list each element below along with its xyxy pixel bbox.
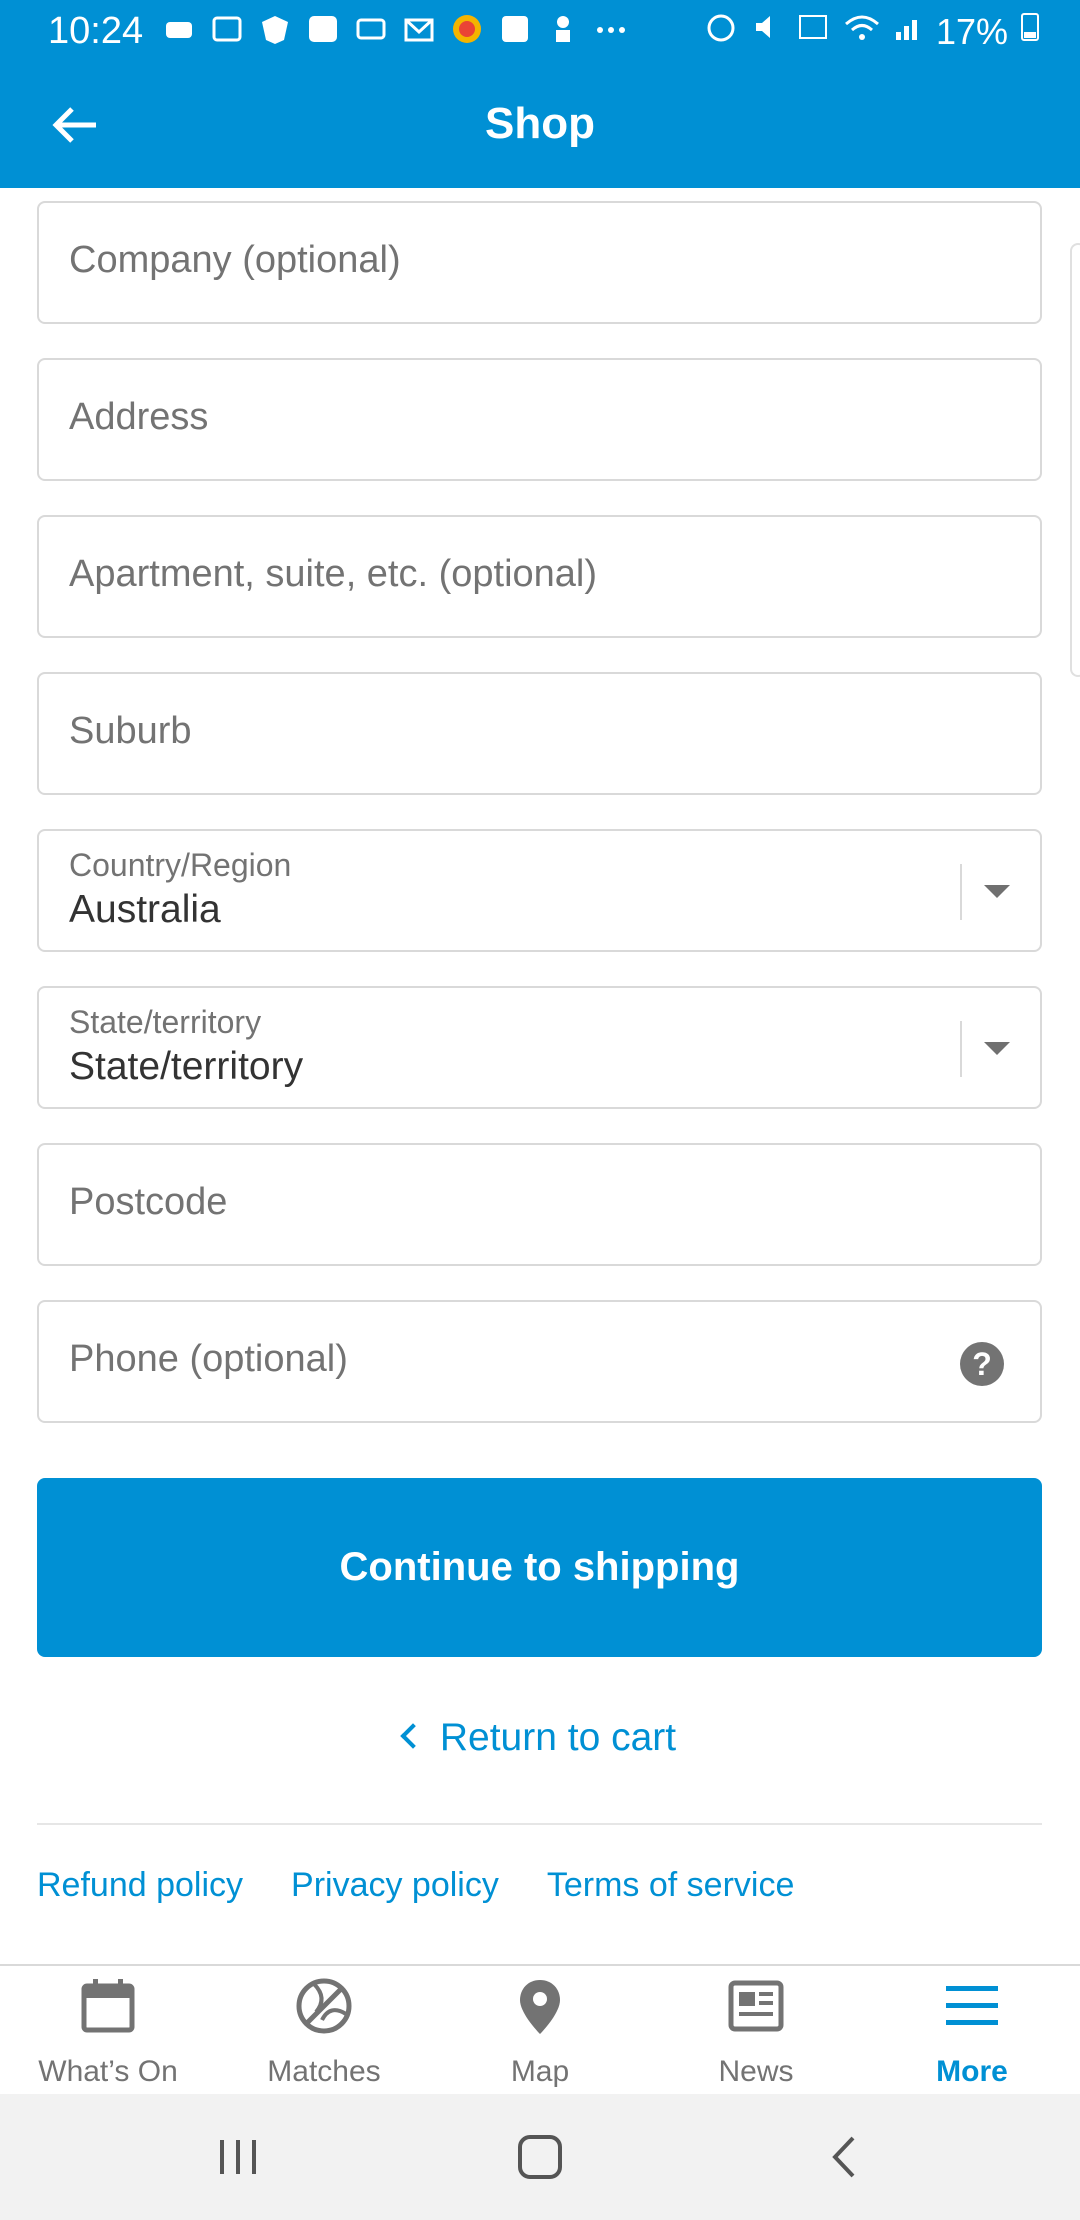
divider bbox=[37, 1823, 1042, 1825]
menu-icon bbox=[946, 1986, 998, 2025]
nav-whats-on[interactable]: What’s On bbox=[0, 1976, 216, 2089]
address-placeholder: Address bbox=[69, 396, 209, 438]
phone-placeholder: Phone (optional) bbox=[69, 1338, 348, 1380]
privacy-policy-link[interactable]: Privacy policy bbox=[291, 1866, 499, 1905]
battery-percent: 17% bbox=[935, 10, 1008, 52]
footer-links: Refund policy Privacy policy Terms of se… bbox=[37, 1866, 794, 1905]
page-title: Shop bbox=[485, 99, 595, 148]
chevron-down-icon bbox=[984, 1042, 1010, 1055]
company-placeholder: Company (optional) bbox=[69, 239, 401, 281]
nav-label: Map bbox=[510, 2055, 570, 2088]
recent-apps-button[interactable] bbox=[208, 2132, 268, 2182]
system-back-button[interactable] bbox=[815, 2132, 875, 2182]
notification-icon bbox=[402, 12, 436, 46]
select-divider bbox=[960, 1021, 962, 1077]
ball-icon bbox=[296, 1978, 352, 2034]
terms-of-service-link[interactable]: Terms of service bbox=[547, 1866, 795, 1905]
chevron-down-icon bbox=[984, 885, 1010, 898]
address-field[interactable]: Address bbox=[37, 358, 1042, 481]
company-field[interactable]: Company (optional) bbox=[37, 201, 1042, 324]
status-time: 10:24 bbox=[48, 10, 144, 52]
nav-label: More bbox=[936, 2055, 1008, 2088]
nav-news[interactable]: News bbox=[648, 1976, 864, 2089]
scrollbar[interactable] bbox=[1070, 243, 1080, 677]
home-button[interactable] bbox=[510, 2132, 570, 2182]
phone-field[interactable]: Phone (optional) ? bbox=[37, 1300, 1042, 1423]
suburb-placeholder: Suburb bbox=[69, 710, 192, 752]
news-icon bbox=[728, 1980, 784, 2032]
return-to-cart-link[interactable]: Return to cart bbox=[0, 1716, 1080, 1760]
notification-icon bbox=[306, 12, 340, 46]
notification-icon bbox=[498, 12, 532, 46]
map-pin-icon bbox=[520, 1980, 560, 2034]
refund-policy-link[interactable]: Refund policy bbox=[37, 1866, 243, 1905]
app-bar: Shop bbox=[0, 63, 1080, 188]
alarm-icon bbox=[704, 10, 738, 53]
postcode-placeholder: Postcode bbox=[69, 1181, 228, 1223]
calendar-icon bbox=[81, 1979, 135, 2033]
signal-icon bbox=[894, 10, 924, 53]
notification-icon bbox=[162, 12, 196, 46]
nav-more[interactable]: More bbox=[864, 1976, 1080, 2089]
apartment-placeholder: Apartment, suite, etc. (optional) bbox=[69, 553, 598, 595]
return-to-cart-label: Return to cart bbox=[439, 1716, 677, 1759]
notification-icon bbox=[354, 12, 388, 46]
status-right: 17% bbox=[704, 10, 1040, 53]
mute-icon bbox=[750, 10, 784, 53]
notification-icon bbox=[258, 12, 292, 46]
notification-icons bbox=[162, 12, 628, 46]
select-divider bbox=[960, 864, 962, 920]
continue-to-shipping-button[interactable]: Continue to shipping bbox=[37, 1478, 1042, 1657]
nav-label: News bbox=[718, 2055, 794, 2088]
postcode-field[interactable]: Postcode bbox=[37, 1143, 1042, 1266]
nav-map[interactable]: Map bbox=[432, 1976, 648, 2089]
state-select[interactable]: State/territory State/territory bbox=[37, 986, 1042, 1109]
nav-label: What’s On bbox=[38, 2055, 178, 2088]
chevron-left-icon bbox=[832, 2136, 855, 2178]
system-navigation-bar bbox=[0, 2094, 1080, 2220]
apartment-field[interactable]: Apartment, suite, etc. (optional) bbox=[37, 515, 1042, 638]
notification-icon bbox=[210, 12, 244, 46]
volte-icon bbox=[796, 10, 830, 53]
state-label: State/territory bbox=[69, 1004, 262, 1040]
nav-label: Matches bbox=[267, 2055, 381, 2088]
wifi-icon bbox=[842, 10, 882, 53]
home-icon bbox=[518, 2135, 562, 2179]
status-bar: 10:24 17% bbox=[0, 0, 1080, 63]
battery-icon bbox=[1020, 10, 1040, 53]
recent-apps-icon bbox=[220, 2140, 256, 2174]
notification-icon bbox=[546, 12, 580, 46]
help-icon[interactable]: ? bbox=[960, 1342, 1004, 1386]
chevron-left-icon bbox=[400, 1722, 426, 1749]
country-value: Australia bbox=[69, 888, 221, 931]
state-value: State/territory bbox=[69, 1045, 304, 1088]
more-notifications-icon bbox=[594, 12, 628, 46]
nav-matches[interactable]: Matches bbox=[216, 1976, 432, 2089]
country-select[interactable]: Country/Region Australia bbox=[37, 829, 1042, 952]
suburb-field[interactable]: Suburb bbox=[37, 672, 1042, 795]
bottom-navigation: What’s On Matches Map News More bbox=[0, 1964, 1080, 2096]
notification-icon bbox=[450, 12, 484, 46]
country-label: Country/Region bbox=[69, 847, 292, 883]
